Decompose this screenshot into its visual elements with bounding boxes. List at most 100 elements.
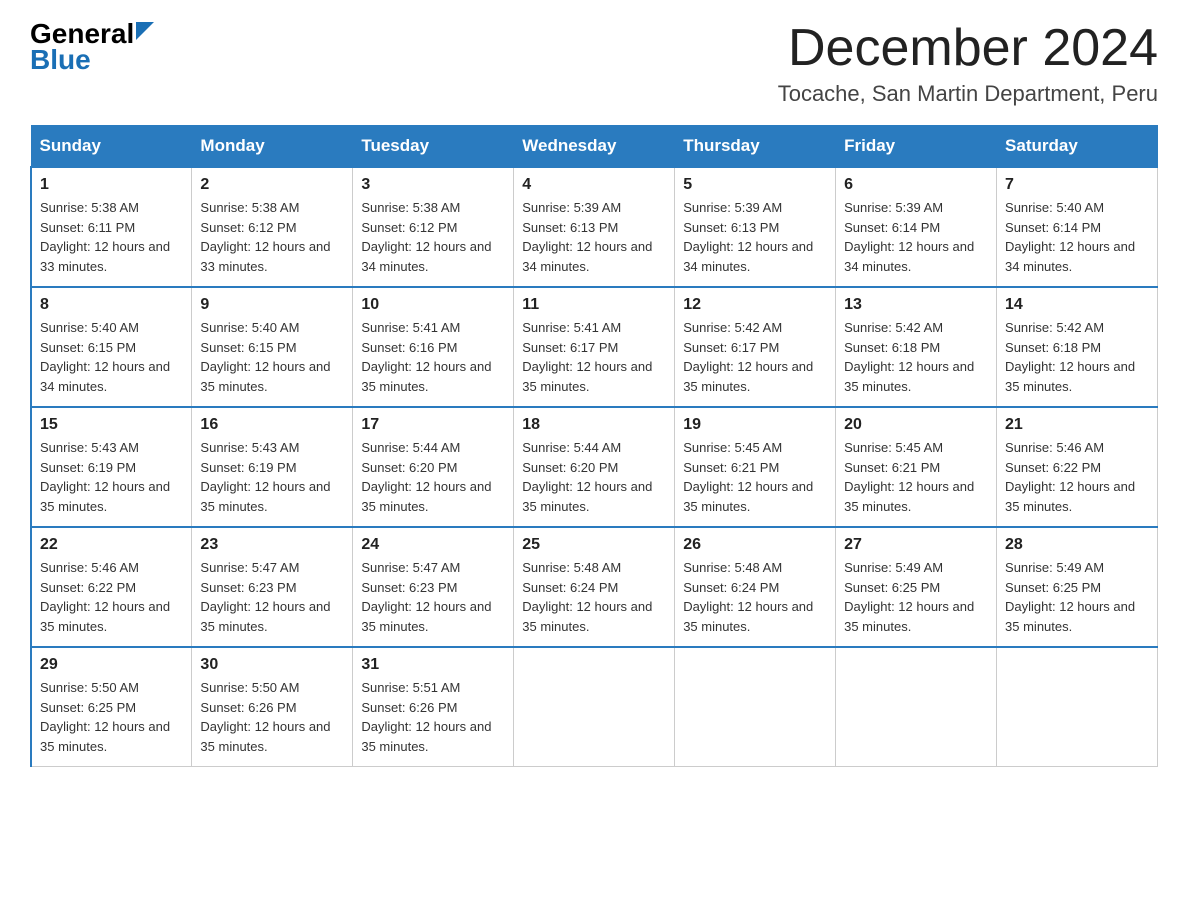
- day-number: 22: [40, 536, 183, 554]
- day-info: Sunrise: 5:42 AMSunset: 6:18 PMDaylight:…: [844, 318, 988, 396]
- calendar-cell: 20 Sunrise: 5:45 AMSunset: 6:21 PMDaylig…: [836, 407, 997, 527]
- calendar-cell: 23 Sunrise: 5:47 AMSunset: 6:23 PMDaylig…: [192, 527, 353, 647]
- calendar-cell: [997, 647, 1158, 767]
- day-number: 15: [40, 416, 183, 434]
- calendar-cell: 13 Sunrise: 5:42 AMSunset: 6:18 PMDaylig…: [836, 287, 997, 407]
- day-info: Sunrise: 5:49 AMSunset: 6:25 PMDaylight:…: [844, 558, 988, 636]
- calendar-cell: 22 Sunrise: 5:46 AMSunset: 6:22 PMDaylig…: [31, 527, 192, 647]
- day-number: 21: [1005, 416, 1149, 434]
- day-number: 2: [200, 176, 344, 194]
- week-row-1: 1 Sunrise: 5:38 AMSunset: 6:11 PMDayligh…: [31, 167, 1158, 287]
- logo-arrow-icon: [136, 22, 154, 40]
- calendar-cell: 9 Sunrise: 5:40 AMSunset: 6:15 PMDayligh…: [192, 287, 353, 407]
- calendar-cell: 27 Sunrise: 5:49 AMSunset: 6:25 PMDaylig…: [836, 527, 997, 647]
- day-info: Sunrise: 5:50 AMSunset: 6:25 PMDaylight:…: [40, 678, 183, 756]
- calendar-cell: 25 Sunrise: 5:48 AMSunset: 6:24 PMDaylig…: [514, 527, 675, 647]
- calendar-cell: [836, 647, 997, 767]
- day-info: Sunrise: 5:40 AMSunset: 6:14 PMDaylight:…: [1005, 198, 1149, 276]
- day-info: Sunrise: 5:46 AMSunset: 6:22 PMDaylight:…: [40, 558, 183, 636]
- calendar-table: SundayMondayTuesdayWednesdayThursdayFrid…: [30, 125, 1158, 767]
- day-number: 16: [200, 416, 344, 434]
- calendar-cell: 21 Sunrise: 5:46 AMSunset: 6:22 PMDaylig…: [997, 407, 1158, 527]
- day-number: 13: [844, 296, 988, 314]
- day-number: 25: [522, 536, 666, 554]
- day-number: 6: [844, 176, 988, 194]
- calendar-cell: 10 Sunrise: 5:41 AMSunset: 6:16 PMDaylig…: [353, 287, 514, 407]
- header-row: SundayMondayTuesdayWednesdayThursdayFrid…: [31, 126, 1158, 168]
- day-info: Sunrise: 5:51 AMSunset: 6:26 PMDaylight:…: [361, 678, 505, 756]
- day-number: 11: [522, 296, 666, 314]
- day-number: 7: [1005, 176, 1149, 194]
- header-day-monday: Monday: [192, 126, 353, 168]
- header-day-saturday: Saturday: [997, 126, 1158, 168]
- header-day-tuesday: Tuesday: [353, 126, 514, 168]
- day-info: Sunrise: 5:43 AMSunset: 6:19 PMDaylight:…: [40, 438, 183, 516]
- day-number: 28: [1005, 536, 1149, 554]
- day-info: Sunrise: 5:45 AMSunset: 6:21 PMDaylight:…: [683, 438, 827, 516]
- day-info: Sunrise: 5:47 AMSunset: 6:23 PMDaylight:…: [361, 558, 505, 636]
- day-info: Sunrise: 5:48 AMSunset: 6:24 PMDaylight:…: [522, 558, 666, 636]
- calendar-cell: 28 Sunrise: 5:49 AMSunset: 6:25 PMDaylig…: [997, 527, 1158, 647]
- day-number: 4: [522, 176, 666, 194]
- header-day-sunday: Sunday: [31, 126, 192, 168]
- day-info: Sunrise: 5:40 AMSunset: 6:15 PMDaylight:…: [40, 318, 183, 396]
- week-row-5: 29 Sunrise: 5:50 AMSunset: 6:25 PMDaylig…: [31, 647, 1158, 767]
- calendar-cell: 5 Sunrise: 5:39 AMSunset: 6:13 PMDayligh…: [675, 167, 836, 287]
- calendar-cell: 7 Sunrise: 5:40 AMSunset: 6:14 PMDayligh…: [997, 167, 1158, 287]
- day-info: Sunrise: 5:39 AMSunset: 6:13 PMDaylight:…: [683, 198, 827, 276]
- calendar-cell: 4 Sunrise: 5:39 AMSunset: 6:13 PMDayligh…: [514, 167, 675, 287]
- day-info: Sunrise: 5:45 AMSunset: 6:21 PMDaylight:…: [844, 438, 988, 516]
- day-info: Sunrise: 5:38 AMSunset: 6:12 PMDaylight:…: [361, 198, 505, 276]
- day-number: 26: [683, 536, 827, 554]
- day-number: 27: [844, 536, 988, 554]
- location-title: Tocache, San Martin Department, Peru: [778, 81, 1158, 107]
- day-number: 1: [40, 176, 183, 194]
- calendar-cell: 14 Sunrise: 5:42 AMSunset: 6:18 PMDaylig…: [997, 287, 1158, 407]
- day-info: Sunrise: 5:44 AMSunset: 6:20 PMDaylight:…: [361, 438, 505, 516]
- day-info: Sunrise: 5:50 AMSunset: 6:26 PMDaylight:…: [200, 678, 344, 756]
- day-info: Sunrise: 5:42 AMSunset: 6:18 PMDaylight:…: [1005, 318, 1149, 396]
- day-number: 9: [200, 296, 344, 314]
- header-day-thursday: Thursday: [675, 126, 836, 168]
- day-info: Sunrise: 5:46 AMSunset: 6:22 PMDaylight:…: [1005, 438, 1149, 516]
- day-info: Sunrise: 5:47 AMSunset: 6:23 PMDaylight:…: [200, 558, 344, 636]
- calendar-cell: 3 Sunrise: 5:38 AMSunset: 6:12 PMDayligh…: [353, 167, 514, 287]
- day-info: Sunrise: 5:41 AMSunset: 6:17 PMDaylight:…: [522, 318, 666, 396]
- calendar-cell: 18 Sunrise: 5:44 AMSunset: 6:20 PMDaylig…: [514, 407, 675, 527]
- header-day-wednesday: Wednesday: [514, 126, 675, 168]
- title-block: December 2024 Tocache, San Martin Depart…: [778, 20, 1158, 107]
- calendar-cell: 26 Sunrise: 5:48 AMSunset: 6:24 PMDaylig…: [675, 527, 836, 647]
- day-info: Sunrise: 5:41 AMSunset: 6:16 PMDaylight:…: [361, 318, 505, 396]
- day-number: 18: [522, 416, 666, 434]
- day-number: 24: [361, 536, 505, 554]
- header-day-friday: Friday: [836, 126, 997, 168]
- day-number: 31: [361, 656, 505, 674]
- calendar-cell: 29 Sunrise: 5:50 AMSunset: 6:25 PMDaylig…: [31, 647, 192, 767]
- day-number: 5: [683, 176, 827, 194]
- logo: General Blue: [30, 20, 154, 76]
- day-number: 20: [844, 416, 988, 434]
- day-info: Sunrise: 5:38 AMSunset: 6:12 PMDaylight:…: [200, 198, 344, 276]
- week-row-4: 22 Sunrise: 5:46 AMSunset: 6:22 PMDaylig…: [31, 527, 1158, 647]
- day-number: 14: [1005, 296, 1149, 314]
- day-number: 3: [361, 176, 505, 194]
- day-number: 23: [200, 536, 344, 554]
- day-info: Sunrise: 5:43 AMSunset: 6:19 PMDaylight:…: [200, 438, 344, 516]
- day-info: Sunrise: 5:38 AMSunset: 6:11 PMDaylight:…: [40, 198, 183, 276]
- calendar-cell: [675, 647, 836, 767]
- calendar-cell: 12 Sunrise: 5:42 AMSunset: 6:17 PMDaylig…: [675, 287, 836, 407]
- day-number: 12: [683, 296, 827, 314]
- calendar-cell: 15 Sunrise: 5:43 AMSunset: 6:19 PMDaylig…: [31, 407, 192, 527]
- logo-blue-text: Blue: [30, 44, 91, 76]
- day-info: Sunrise: 5:44 AMSunset: 6:20 PMDaylight:…: [522, 438, 666, 516]
- day-number: 17: [361, 416, 505, 434]
- day-number: 29: [40, 656, 183, 674]
- day-info: Sunrise: 5:39 AMSunset: 6:13 PMDaylight:…: [522, 198, 666, 276]
- calendar-cell: 11 Sunrise: 5:41 AMSunset: 6:17 PMDaylig…: [514, 287, 675, 407]
- day-number: 30: [200, 656, 344, 674]
- calendar-cell: 16 Sunrise: 5:43 AMSunset: 6:19 PMDaylig…: [192, 407, 353, 527]
- day-info: Sunrise: 5:40 AMSunset: 6:15 PMDaylight:…: [200, 318, 344, 396]
- week-row-2: 8 Sunrise: 5:40 AMSunset: 6:15 PMDayligh…: [31, 287, 1158, 407]
- day-number: 10: [361, 296, 505, 314]
- page-header: General Blue December 2024 Tocache, San …: [30, 20, 1158, 107]
